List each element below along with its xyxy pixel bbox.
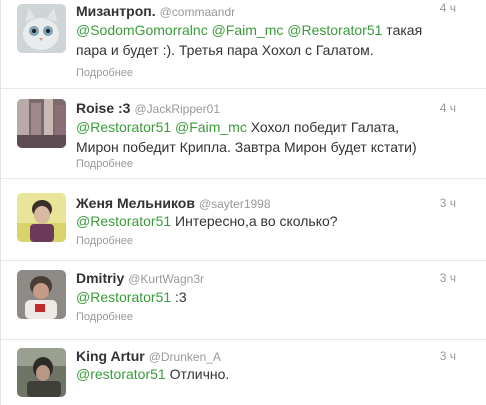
tweet-text: @Restorator51 @Faim_mc Хохол победит Гал… (76, 117, 466, 157)
tweet-body: такая (382, 22, 423, 38)
mention-link[interactable]: @Restorator51 (76, 289, 171, 305)
mention-link[interactable]: @Restorator51 (76, 213, 171, 229)
tweet-feed: Мизантроп. @commaandr 4 ч @SodomGomorraln… (0, 0, 486, 405)
user-fullname[interactable]: King Artur (76, 348, 145, 364)
user-handle[interactable]: @JackRipper01 (134, 102, 220, 116)
mention-link[interactable]: @SodomGomorralnc (76, 22, 208, 38)
details-link[interactable]: Подробнее (76, 235, 133, 247)
tweet-body: Хохол победит Галата, (246, 119, 400, 135)
mention-link[interactable]: @restorator51 (76, 366, 166, 382)
user-fullname[interactable]: Женя Мельников (76, 195, 195, 211)
tweet-body: Отлично. (165, 366, 230, 382)
timestamp[interactable]: 3 ч (440, 271, 456, 285)
tweet-body: Интересно,а во сколько? (171, 213, 338, 229)
avatar[interactable] (17, 348, 66, 397)
user-handle[interactable]: @sayter1998 (199, 197, 271, 211)
tweet-header: Dmitriy @KurtWagn3r (76, 270, 204, 288)
timestamp[interactable]: 3 ч (440, 349, 456, 363)
mention-link[interactable]: @Faim_mc (212, 22, 284, 38)
mention-link[interactable]: @Restorator51 (76, 119, 171, 135)
mention-link[interactable]: @Restorator51 (287, 22, 382, 38)
tweet-item[interactable]: Женя Мельников @sayter1998 3 ч @Restorato… (1, 179, 486, 261)
avatar[interactable] (17, 270, 66, 319)
tweet-body: пара и будет :). Третья пара Хохол с Гал… (76, 42, 374, 58)
tweet-header: Мизантроп. @commaandr (76, 3, 235, 21)
tweet-item[interactable]: Мизантроп. @commaandr 4 ч @SodomGomorraln… (1, 0, 486, 89)
user-handle[interactable]: @Drunken_A (149, 350, 221, 364)
avatar[interactable] (17, 193, 66, 242)
tweet-item[interactable]: Roise :3 @JackRipper01 4 ч @Restorator51 … (1, 89, 486, 179)
user-fullname[interactable]: Dmitriy (76, 270, 124, 286)
avatar[interactable] (17, 99, 66, 148)
timestamp[interactable]: 4 ч (440, 101, 456, 115)
tweet-item[interactable]: Dmitriy @KurtWagn3r 3 ч @Restorator51 :3 … (1, 261, 486, 340)
user-fullname[interactable]: Мизантроп. (76, 3, 156, 19)
tweet-text: @SodomGomorralnc @Faim_mc @Restorator51 … (76, 20, 466, 60)
tweet-header: Roise :3 @JackRipper01 (76, 100, 220, 118)
user-handle[interactable]: @commaandr (160, 5, 236, 19)
details-link[interactable]: Подробнее (76, 67, 133, 79)
user-handle[interactable]: @KurtWagn3r (128, 272, 204, 286)
tweet-text: @restorator51 Отлично. (76, 364, 466, 384)
avatar[interactable] (17, 4, 66, 53)
tweet-item[interactable]: King Artur @Drunken_A 3 ч @restorator51 О… (1, 340, 486, 405)
tweet-text: @Restorator51 :3 (76, 287, 466, 307)
timestamp[interactable]: 3 ч (440, 196, 456, 210)
tweet-text: @Restorator51 Интересно,а во сколько? (76, 211, 466, 231)
mention-link[interactable]: @Faim_mc (175, 119, 247, 135)
timestamp[interactable]: 4 ч (440, 1, 456, 15)
details-link[interactable]: Подробнее (76, 158, 133, 170)
tweet-body: Мирон победит Крипла. Завтра Мирон будет… (76, 139, 417, 155)
details-link[interactable]: Подробнее (76, 311, 133, 323)
user-fullname[interactable]: Roise :3 (76, 100, 130, 116)
tweet-body: :3 (171, 289, 187, 305)
